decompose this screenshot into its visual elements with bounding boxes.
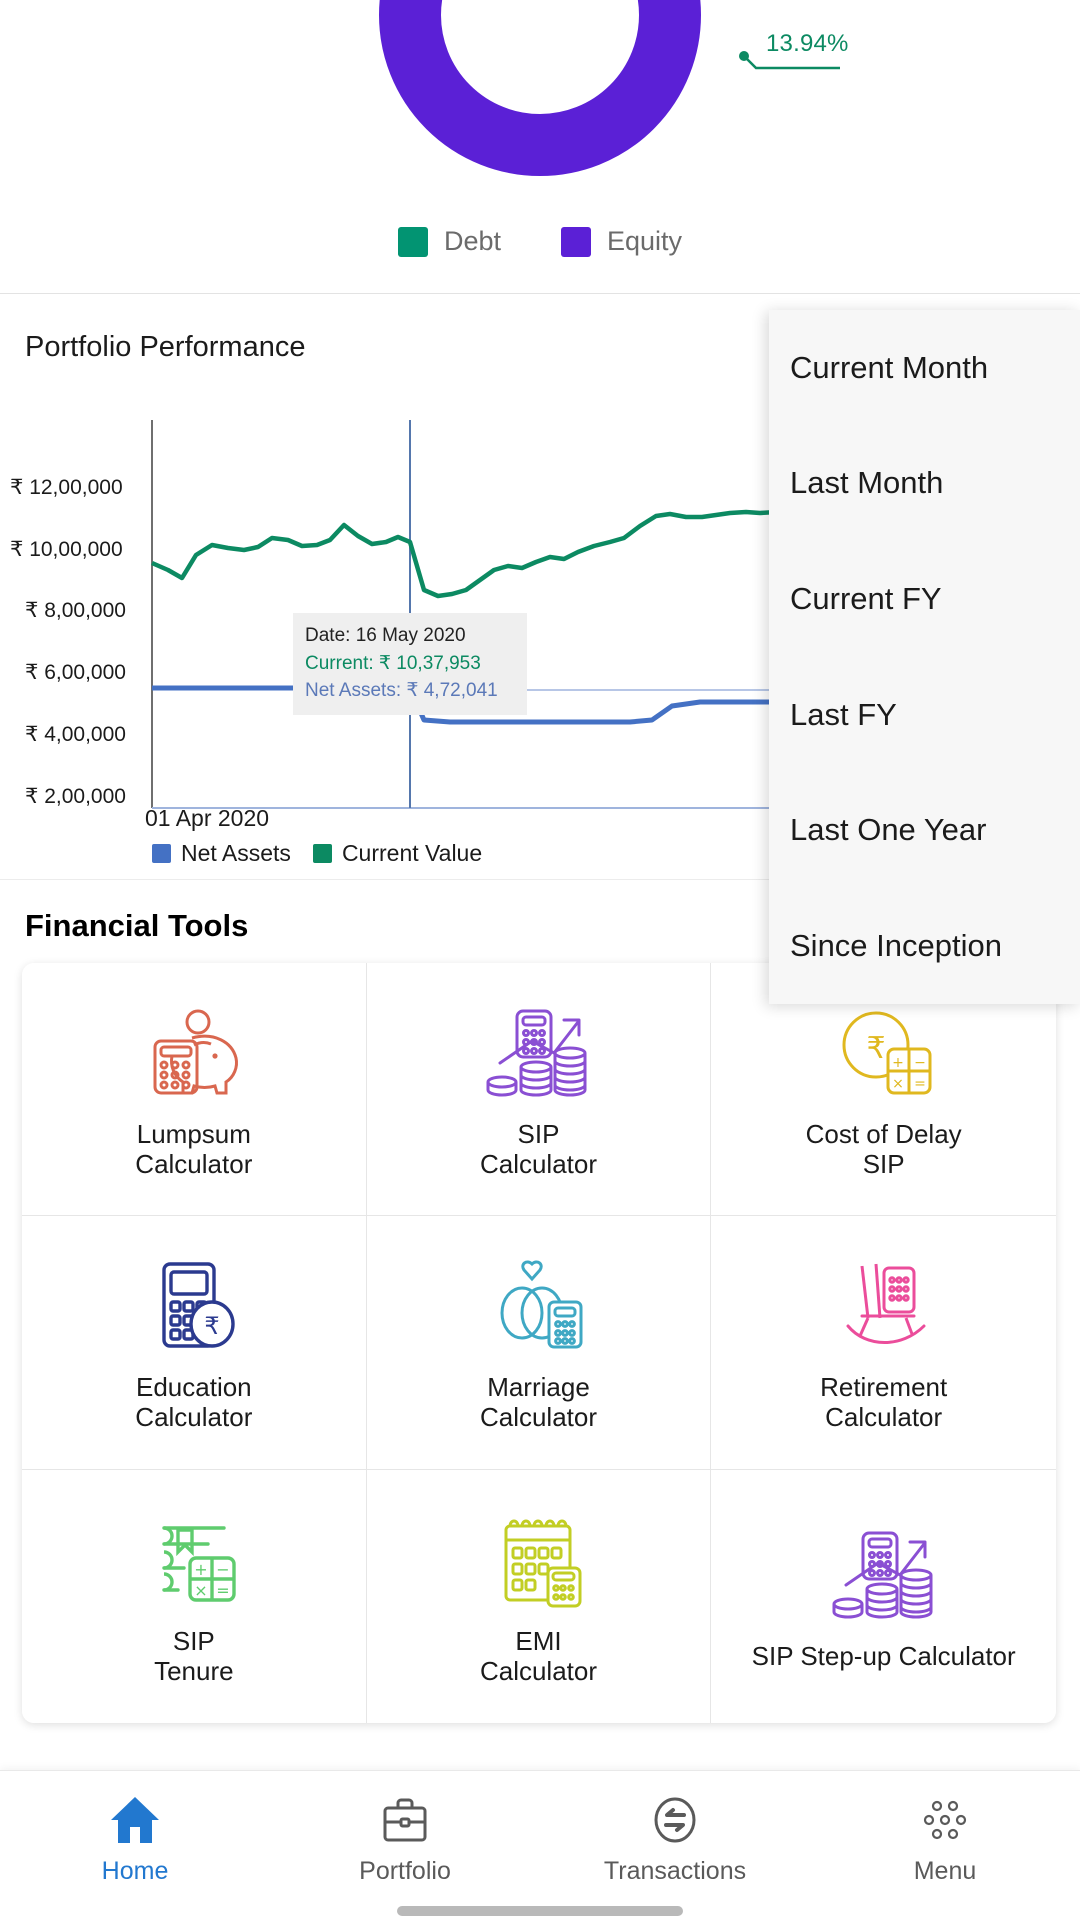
home-indicator — [397, 1906, 683, 1916]
svg-text:₹: ₹ — [204, 1312, 219, 1340]
tool-label-sip-tenure: SIP Tenure — [154, 1625, 234, 1687]
svg-text:×: × — [194, 1581, 207, 1600]
tool-label-cost-of-delay-sip: Cost of Delay SIP — [805, 1118, 962, 1180]
tool-card-retirement-calculator[interactable]: Retirement Calculator — [711, 1216, 1056, 1470]
dropdown-item-since-inception[interactable]: Since Inception — [769, 888, 1080, 1004]
calendar-calculator-icon — [486, 1506, 590, 1614]
tooltip-date: Date: 16 May 2020 — [305, 625, 466, 646]
equity-arc — [379, 0, 701, 176]
equity-swatch — [561, 226, 591, 257]
debt-percentage-label: 13.94% — [766, 30, 849, 57]
dropdown-item-current-month[interactable]: Current Month — [769, 310, 1080, 426]
tool-card-lumpsum-calculator[interactable]: Lumpsum Calculator — [22, 963, 367, 1217]
period-dropdown-menu[interactable]: Current Month Last Month Current FY Last… — [769, 310, 1080, 1004]
tool-card-sip-tenure[interactable]: + − × = SIP Tenure — [22, 1469, 367, 1723]
asset-allocation-card: 13.94% Debt Equity — [0, 0, 1080, 294]
chart-tooltip: Date: 16 May 2020 Current: ₹ 10,37,953 N… — [293, 613, 527, 715]
nav-item-home[interactable]: Home — [35, 1791, 235, 1886]
tool-label-education-calculator: Education Calculator — [135, 1372, 253, 1433]
legend-item-net-assets[interactable]: Net Assets — [152, 840, 291, 867]
notebook-math-icon: + − × = — [142, 1506, 246, 1614]
debt-swatch — [397, 226, 428, 257]
svg-text:×: × — [892, 1076, 904, 1092]
svg-text:+: + — [892, 1055, 904, 1071]
dropdown-item-last-one-year[interactable]: Last One Year — [769, 772, 1080, 888]
portfolio-performance-title: Portfolio Performance — [25, 331, 306, 363]
svg-text:+: + — [194, 1560, 207, 1579]
nav-item-menu[interactable]: Menu — [845, 1791, 1045, 1886]
tooltip-net-assets: Net Assets: ₹ 4,72,041 — [305, 680, 498, 702]
donut-svg — [379, 0, 840, 176]
bottom-navigation-bar: Home Portfolio Transactions Menu — [0, 1770, 1080, 1920]
nav-label-menu: Menu — [913, 1857, 977, 1885]
tool-label-emi-calculator: EMI Calculator — [479, 1625, 598, 1687]
debt-label: Debt — [443, 226, 501, 256]
app-root: 13.94% Debt Equity Portfolio Performance… — [0, 0, 1080, 1920]
legend-item-equity[interactable]: Equity — [561, 226, 682, 257]
nav-item-portfolio[interactable]: Portfolio — [305, 1791, 505, 1886]
tool-label-marriage-calculator: Marriage Calculator — [479, 1372, 598, 1433]
tool-label-sip-calculator: SIP Calculator — [479, 1118, 598, 1180]
dots-cluster-icon — [918, 1791, 972, 1849]
current-value-label: Current Value — [341, 840, 483, 866]
dropdown-item-current-fy[interactable]: Current FY — [769, 541, 1080, 657]
svg-text:=: = — [914, 1076, 926, 1092]
equity-label: Equity — [607, 226, 683, 256]
tooltip-current: Current: ₹ 10,37,953 — [305, 652, 481, 674]
svg-text:=: = — [216, 1581, 229, 1600]
rocking-chair-icon — [832, 1252, 936, 1360]
dropdown-item-last-month[interactable]: Last Month — [769, 426, 1080, 542]
allocation-legend: Debt Equity — [0, 226, 1080, 257]
exchange-icon — [648, 1791, 702, 1849]
x-axis-start-label: 01 Apr 2020 — [145, 805, 270, 831]
briefcase-icon — [378, 1791, 432, 1849]
tool-card-sip-calculator[interactable]: SIP Calculator — [366, 963, 712, 1217]
callout-dot — [739, 51, 749, 61]
nav-label-transactions: Transactions — [603, 1857, 747, 1885]
tool-card-sip-step-up-calculator[interactable]: SIP Step-up Calculator — [711, 1469, 1056, 1723]
net-assets-label: Net Assets — [181, 840, 291, 866]
tool-card-emi-calculator[interactable]: EMI Calculator — [366, 1469, 712, 1723]
tool-card-marriage-calculator[interactable]: Marriage Calculator — [366, 1216, 712, 1470]
financial-tools-grid: Lumpsum Calculator SIP Calculator ₹ + − … — [22, 963, 1056, 1723]
svg-text:−: − — [216, 1560, 229, 1579]
piggy-bank-calculator-icon — [142, 999, 246, 1107]
allocation-donut-chart — [0, 0, 1080, 180]
dropdown-item-last-fy[interactable]: Last FY — [769, 657, 1080, 773]
rupee-coin-calculator-icon: ₹ + − × = — [832, 999, 936, 1107]
home-icon — [108, 1791, 162, 1849]
performance-legend: Net Assets Current Value — [152, 840, 482, 867]
coins-growth-calculator-icon — [486, 999, 590, 1107]
nav-label-portfolio: Portfolio — [359, 1857, 451, 1885]
tool-label-sip-step-up-calculator: SIP Step-up Calculator — [751, 1641, 1016, 1672]
tool-label-retirement-calculator: Retirement Calculator — [820, 1372, 948, 1433]
coins-growth-calculator-icon — [832, 1521, 936, 1629]
financial-tools-title: Financial Tools — [25, 908, 249, 943]
svg-text:−: − — [914, 1055, 926, 1071]
tool-label-lumpsum-calculator: Lumpsum Calculator — [135, 1118, 253, 1180]
nav-item-transactions[interactable]: Transactions — [575, 1791, 775, 1886]
current-value-swatch — [312, 844, 332, 863]
svg-text:₹: ₹ — [866, 1031, 885, 1066]
tool-card-education-calculator[interactable]: ₹ Education Calculator — [22, 1216, 367, 1470]
legend-item-current-value[interactable]: Current Value — [312, 840, 483, 867]
legend-item-debt[interactable]: Debt — [397, 226, 501, 257]
wedding-rings-calculator-icon — [486, 1252, 590, 1360]
net-assets-swatch — [152, 844, 171, 863]
calculator-rupee-icon: ₹ — [142, 1252, 246, 1360]
nav-label-home: Home — [101, 1857, 169, 1885]
